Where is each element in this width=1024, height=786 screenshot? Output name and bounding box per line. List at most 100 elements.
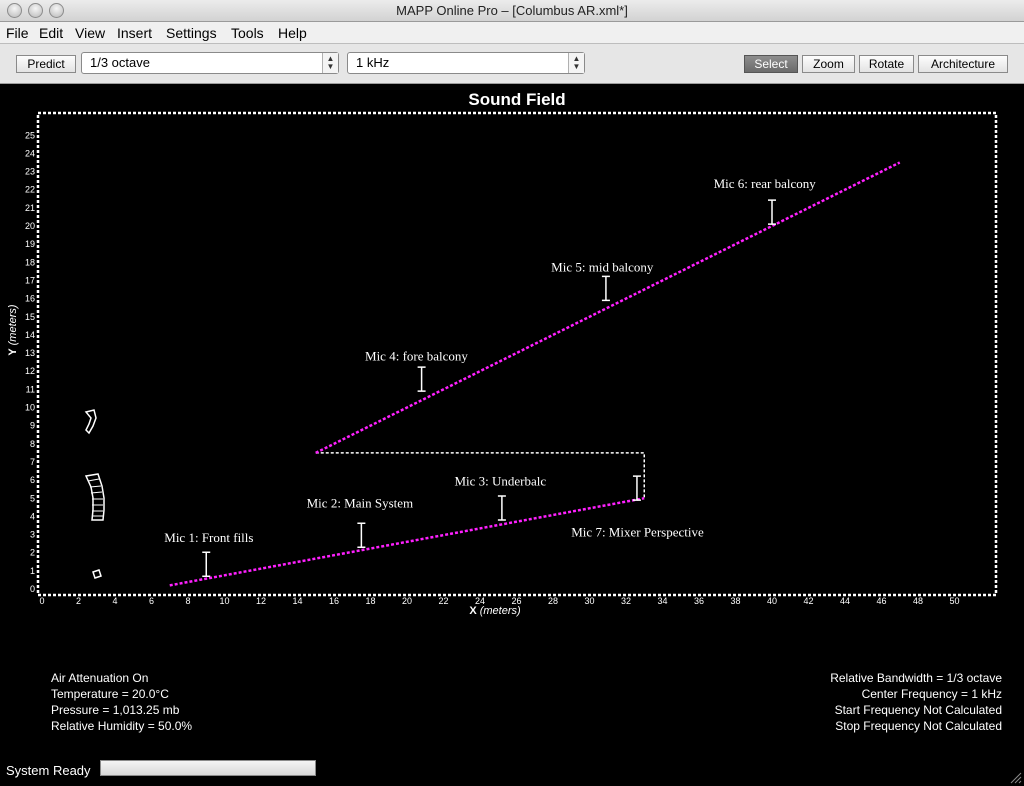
status-text: System Ready	[6, 763, 91, 778]
x-tick-label: 0	[39, 596, 44, 606]
air-attenuation-status: Air Attenuation On	[51, 671, 149, 685]
y-tick-label: 16	[25, 294, 35, 304]
stop-frequency-value: Stop Frequency Not Calculated	[835, 719, 1002, 733]
mic-5[interactable]: Mic 5: mid balcony	[551, 259, 654, 302]
mic-marker-icon	[632, 475, 641, 501]
mic-6[interactable]: Mic 6: rear balcony	[714, 176, 817, 225]
x-tick-label: 16	[329, 596, 339, 606]
relative-bandwidth-value: Relative Bandwidth = 1/3 octave	[830, 671, 1002, 685]
y-tick-label: 7	[30, 457, 35, 467]
y-tick-label: 8	[30, 439, 35, 449]
mic-label: Mic 1: Front fills	[164, 530, 253, 545]
menu-bar: File Edit View Insert Settings Tools Hel…	[0, 22, 1024, 44]
menu-file[interactable]: File	[6, 25, 29, 41]
x-tick-label: 42	[803, 596, 813, 606]
predict-button[interactable]: Predict	[16, 55, 76, 73]
y-tick-label: 24	[25, 148, 35, 158]
x-tick-label: 2	[76, 596, 81, 606]
menu-edit[interactable]: Edit	[39, 25, 63, 41]
resize-grip-icon[interactable]	[1008, 770, 1022, 784]
plot-title: Sound Field	[468, 90, 565, 109]
progress-bar	[100, 760, 316, 776]
mic-3[interactable]: Mic 3: Underbalc	[454, 474, 546, 521]
x-tick-label: 30	[584, 596, 594, 606]
frequency-select[interactable]: 1 kHz ▲ ▼	[347, 52, 585, 74]
pressure-value: Pressure = 1,013.25 mb	[51, 703, 180, 717]
y-tick-label: 2	[30, 548, 35, 558]
title-bar: MAPP Online Pro – [Columbus AR.xml*]	[0, 0, 1024, 22]
mic-marker-icon	[357, 522, 366, 549]
select-arrows-icon: ▲ ▼	[568, 53, 584, 73]
mic-marker-icon	[202, 551, 211, 578]
x-tick-label: 8	[185, 596, 190, 606]
y-tick-label: 15	[25, 312, 35, 322]
y-tick-label: 5	[30, 493, 35, 503]
y-tick-label: 21	[25, 203, 35, 213]
window-title: MAPP Online Pro – [Columbus AR.xml*]	[396, 3, 628, 18]
y-tick-label: 10	[25, 403, 35, 413]
y-tick-label: 1	[30, 566, 35, 576]
toolbar: Predict 1/3 octave ▲ ▼ 1 kHz ▲ ▼ Select Zo…	[0, 44, 1024, 84]
select-arrows-icon: ▲ ▼	[322, 53, 338, 73]
mic-label: Mic 7: Mixer Perspective	[571, 524, 704, 539]
y-tick-label: 6	[30, 475, 35, 485]
architecture-mode-button[interactable]: Architecture	[918, 55, 1008, 73]
microphones[interactable]: Mic 1: Front fills Mic 2: Main System Mic …	[164, 176, 817, 578]
bandwidth-value: 1/3 octave	[90, 55, 150, 70]
mic-label: Mic 3: Underbalc	[454, 474, 546, 489]
menu-view[interactable]: View	[75, 25, 105, 41]
zoom-mode-button[interactable]: Zoom	[802, 55, 855, 73]
speaker-front-fill[interactable]	[92, 569, 102, 579]
x-axis-label: X (meters)	[469, 605, 521, 617]
air-attenuation-info: Air Attenuation On Temperature = 20.0°C …	[51, 670, 192, 734]
mic-label: Mic 5: mid balcony	[551, 259, 654, 274]
y-tick-label: 0	[30, 584, 35, 594]
y-axis-label: Y (meters)	[7, 304, 19, 355]
y-tick-label: 25	[25, 130, 35, 140]
x-tick-label: 38	[730, 596, 740, 606]
temperature-value: Temperature = 20.0°C	[51, 687, 169, 701]
mic-2[interactable]: Mic 2: Main System	[307, 495, 414, 549]
x-tick-label: 50	[949, 596, 959, 606]
speaker-array-main[interactable]	[84, 473, 105, 521]
menu-settings[interactable]: Settings	[166, 25, 217, 41]
y-tick-label: 11	[26, 384, 35, 394]
balcony-coverage-line	[315, 161, 901, 454]
x-tick-label: 34	[657, 596, 667, 606]
y-tick-label: 22	[25, 185, 35, 195]
mic-4[interactable]: Mic 4: fore balcony	[365, 348, 468, 392]
y-tick-label: 19	[25, 239, 35, 249]
menu-insert[interactable]: Insert	[117, 25, 152, 41]
y-tick-label: 13	[25, 348, 35, 358]
x-tick-label: 44	[840, 596, 850, 606]
bandwidth-select[interactable]: 1/3 octave ▲ ▼	[81, 52, 339, 74]
y-tick-label: 23	[25, 167, 35, 177]
mic-marker-icon	[601, 275, 610, 302]
select-mode-button[interactable]: Select	[744, 55, 798, 73]
y-tick-label: 18	[25, 257, 35, 267]
x-tick-label: 14	[292, 596, 302, 606]
y-tick-label: 12	[25, 366, 35, 376]
x-tick-label: 36	[694, 596, 704, 606]
menu-tools[interactable]: Tools	[231, 25, 264, 41]
mic-1[interactable]: Mic 1: Front fills	[164, 530, 253, 578]
x-tick-label: 18	[365, 596, 375, 606]
menu-help[interactable]: Help	[278, 25, 307, 41]
y-tick-label: 3	[30, 530, 35, 540]
center-frequency-value: Center Frequency = 1 kHz	[861, 687, 1002, 701]
mic-label: Mic 2: Main System	[307, 495, 414, 510]
x-tick-label: 6	[149, 596, 154, 606]
x-tick-label: 22	[438, 596, 448, 606]
mic-marker-icon	[417, 366, 426, 392]
mic-label: Mic 6: rear balcony	[714, 176, 817, 191]
y-tick-label: 20	[25, 221, 35, 231]
x-tick-label: 4	[112, 596, 117, 606]
coverage-lines	[169, 161, 901, 587]
mic-7[interactable]: Mic 7: Mixer Perspective	[571, 475, 704, 539]
x-tick-label: 10	[219, 596, 229, 606]
x-tick-label: 48	[913, 596, 923, 606]
x-tick-label: 28	[548, 596, 558, 606]
sound-field-plot[interactable]: Sound Field 0 2 4 6 8 10 12 14 16 18 20 22 24 26 28 30 3…	[0, 84, 1024, 654]
speaker-array-upper[interactable]	[84, 409, 97, 435]
rotate-mode-button[interactable]: Rotate	[859, 55, 914, 73]
